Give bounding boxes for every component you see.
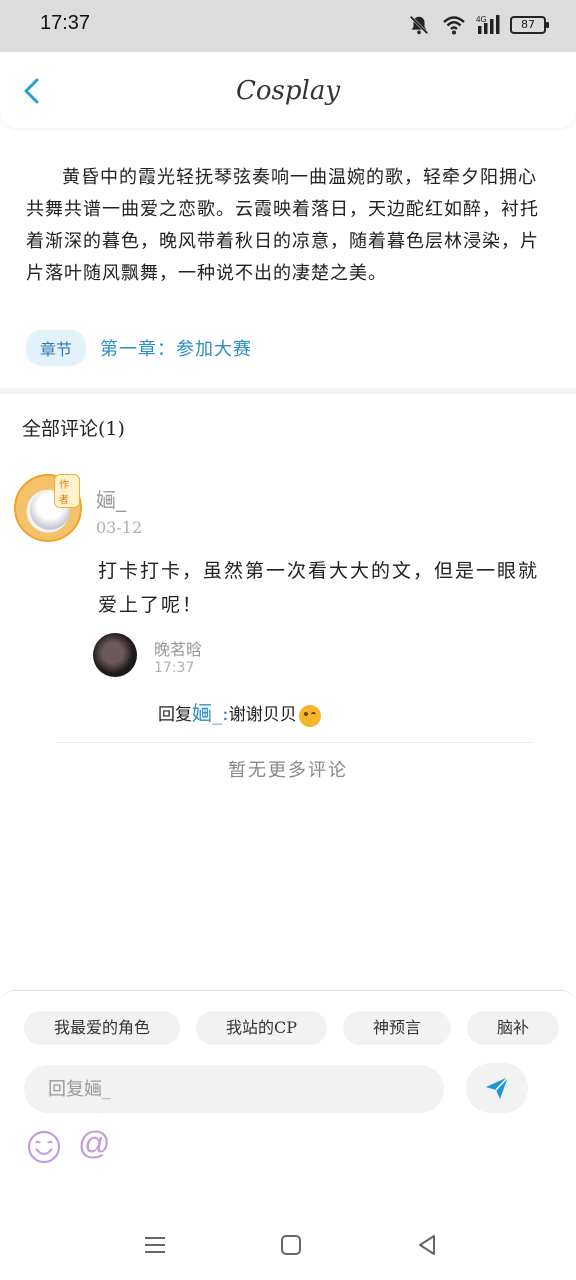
menu-icon [145, 1237, 165, 1253]
page-title: Cosplay [235, 76, 341, 106]
signal-icon: 4G [476, 14, 500, 36]
wifi-icon [442, 14, 466, 36]
chapter-link[interactable]: 第一章：参加大赛 [100, 335, 252, 361]
reply-avatar[interactable] [93, 633, 137, 677]
reply-mention[interactable]: 婳_ [192, 701, 222, 725]
kiss-emoji-icon [298, 704, 321, 727]
section-divider [0, 388, 576, 394]
chapter-tag: 章节 [26, 330, 87, 366]
reply-time: 17:37 [154, 660, 195, 676]
chip-imagination[interactable]: 脑补 [467, 1011, 560, 1045]
send-icon [486, 1076, 509, 1099]
reply-message: 谢谢贝贝 [228, 705, 297, 725]
send-button[interactable] [466, 1063, 528, 1113]
reply-input[interactable] [24, 1065, 444, 1113]
emoji-button[interactable] [26, 1129, 62, 1165]
author-badge: 作者 [54, 474, 80, 508]
status-bar: 17:37 4G 87 [0, 0, 576, 52]
comment-text[interactable]: 打卡打卡，虽然第一次看大大的文，但是一眼就爱上了呢！ [98, 554, 548, 622]
no-more-comments: 暂无更多评论 [228, 760, 348, 781]
quick-topic-chips: 我最爱的角色 我站的CP 神预言 脑补 [24, 1011, 560, 1045]
comment-date: 03-12 [96, 518, 143, 537]
comments-title: 全部评论(1) [22, 418, 125, 440]
avatar[interactable]: 作者 [14, 474, 82, 542]
back-nav-button[interactable] [412, 1230, 442, 1260]
battery-icon: 87 [510, 16, 549, 34]
menu-button[interactable] [140, 1230, 170, 1260]
chip-my-cp[interactable]: 我站的CP [196, 1011, 328, 1045]
reply-composer: 我最爱的角色 我站的CP 神预言 脑补 @ [0, 990, 576, 1210]
reply-separator: : [222, 701, 229, 725]
smiley-icon [27, 1130, 61, 1164]
home-button[interactable] [276, 1230, 306, 1260]
square-home-icon [281, 1235, 301, 1255]
reply-prefix: 回复 [158, 705, 192, 725]
chapter-row: 章节 第一章：参加大赛 [26, 330, 252, 366]
mute-bell-icon [408, 14, 432, 36]
triangle-back-icon [419, 1235, 435, 1255]
chip-favorite-character[interactable]: 我最爱的角色 [24, 1011, 181, 1045]
status-time: 17:37 [40, 12, 91, 34]
article-excerpt: 黄昏中的霞光轻抚琴弦奏响一曲温婉的歌，轻牵夕阳拥心共舞共谱一曲爱之恋歌。云霞映着… [26, 167, 539, 284]
comment-divider [56, 742, 532, 743]
app-header: Cosplay [0, 52, 576, 128]
system-nav-bar [0, 1212, 576, 1280]
chip-prophecy[interactable]: 神预言 [343, 1011, 452, 1045]
mention-button[interactable]: @ [78, 1125, 110, 1162]
reply-text[interactable]: 回复婳_:谢谢贝贝 [158, 697, 321, 727]
reply-username[interactable]: 晚茗晗 [154, 636, 202, 660]
comment-username[interactable]: 婳_ [96, 484, 126, 513]
status-icons: 4G 87 [408, 14, 549, 36]
svg-text:4G: 4G [476, 15, 487, 24]
